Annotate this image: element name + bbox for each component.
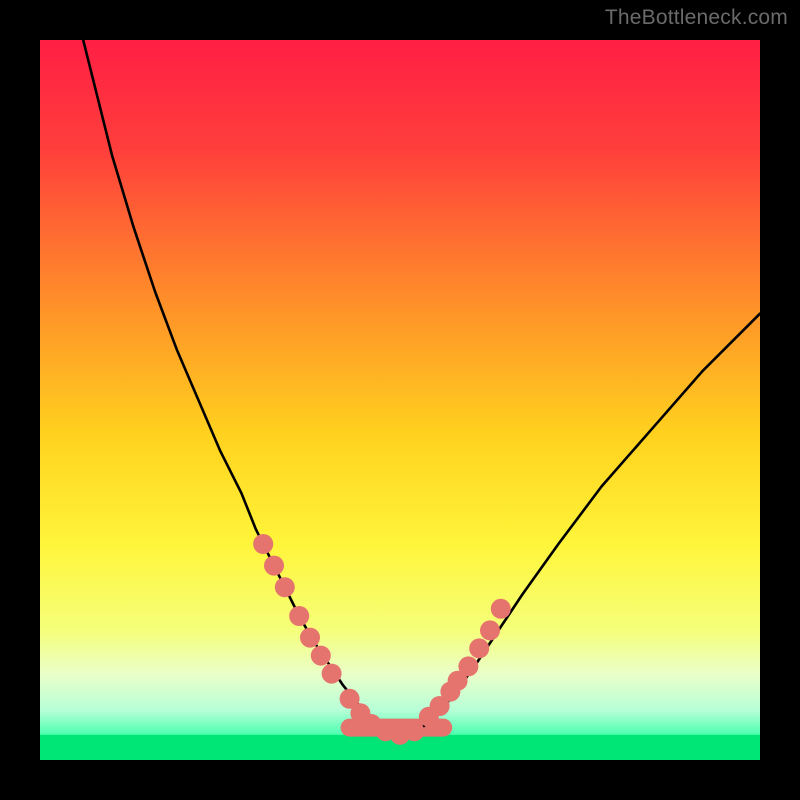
dot [289,606,309,626]
dot [404,721,424,741]
chart-plot-area [40,40,760,760]
chart-frame: TheBottleneck.com [0,0,800,800]
dot [480,620,500,640]
watermark-label: TheBottleneck.com [605,6,788,30]
dot [491,599,511,619]
dot [311,646,331,666]
dot [275,577,295,597]
gradient-background [40,40,760,760]
dot [253,534,273,554]
dot [322,664,342,684]
dot [458,656,478,676]
chart-svg [40,40,760,760]
dot [469,638,489,658]
dot [300,628,320,648]
dot [264,556,284,576]
